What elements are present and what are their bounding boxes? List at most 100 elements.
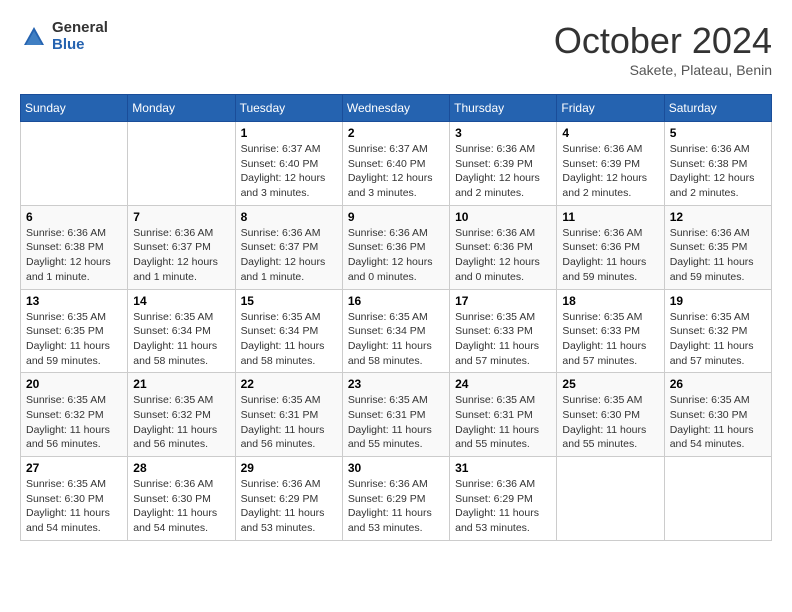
- calendar-cell: 16 Sunrise: 6:35 AM Sunset: 6:34 PM Dayli…: [342, 289, 449, 373]
- day-number: 1: [241, 126, 337, 140]
- day-number: 22: [241, 377, 337, 391]
- day-info: Sunrise: 6:35 AM Sunset: 6:31 PM Dayligh…: [348, 393, 444, 452]
- page-header: General Blue October 2024 Sakete, Platea…: [20, 20, 772, 78]
- calendar-cell: 31 Sunrise: 6:36 AM Sunset: 6:29 PM Dayli…: [450, 457, 557, 541]
- day-number: 30: [348, 461, 444, 475]
- logo: General Blue: [20, 20, 108, 53]
- logo-general-text: General: [52, 20, 108, 37]
- day-info: Sunrise: 6:35 AM Sunset: 6:31 PM Dayligh…: [241, 393, 337, 452]
- day-info: Sunrise: 6:36 AM Sunset: 6:39 PM Dayligh…: [562, 142, 658, 201]
- day-number: 16: [348, 294, 444, 308]
- day-info: Sunrise: 6:35 AM Sunset: 6:35 PM Dayligh…: [26, 310, 122, 369]
- day-number: 9: [348, 210, 444, 224]
- logo-blue-text: Blue: [52, 37, 108, 54]
- header-row: SundayMondayTuesdayWednesdayThursdayFrid…: [21, 95, 772, 122]
- logo-icon: [20, 23, 48, 51]
- calendar-cell: 18Sunrise: 6:35 AM Sunset: 6:33 PM Dayli…: [557, 289, 664, 373]
- day-number: 18: [562, 294, 658, 308]
- day-info: Sunrise: 6:36 AM Sunset: 6:36 PM Dayligh…: [562, 226, 658, 285]
- calendar-cell: 30 Sunrise: 6:36 AM Sunset: 6:29 PM Dayli…: [342, 457, 449, 541]
- month-title: October 2024: [554, 20, 772, 62]
- day-number: 29: [241, 461, 337, 475]
- location-subtitle: Sakete, Plateau, Benin: [554, 62, 772, 78]
- week-row-2: 6 Sunrise: 6:36 AM Sunset: 6:38 PM Daylig…: [21, 205, 772, 289]
- day-number: 25: [562, 377, 658, 391]
- day-info: Sunrise: 6:36 AM Sunset: 6:38 PM Dayligh…: [670, 142, 766, 201]
- day-number: 11: [562, 210, 658, 224]
- day-number: 14: [133, 294, 229, 308]
- header-cell-saturday: Saturday: [664, 95, 771, 122]
- calendar-cell: 28Sunrise: 6:36 AM Sunset: 6:30 PM Dayli…: [128, 457, 235, 541]
- day-number: 27: [26, 461, 122, 475]
- day-number: 23: [348, 377, 444, 391]
- calendar-cell: 8 Sunrise: 6:36 AM Sunset: 6:37 PM Daylig…: [235, 205, 342, 289]
- week-row-3: 13 Sunrise: 6:35 AM Sunset: 6:35 PM Dayli…: [21, 289, 772, 373]
- calendar-cell: 11 Sunrise: 6:36 AM Sunset: 6:36 PM Dayli…: [557, 205, 664, 289]
- calendar-cell: 13 Sunrise: 6:35 AM Sunset: 6:35 PM Dayli…: [21, 289, 128, 373]
- calendar-body: 1 Sunrise: 6:37 AM Sunset: 6:40 PM Daylig…: [21, 122, 772, 541]
- day-number: 5: [670, 126, 766, 140]
- calendar-cell: 5 Sunrise: 6:36 AM Sunset: 6:38 PM Daylig…: [664, 122, 771, 206]
- day-number: 8: [241, 210, 337, 224]
- calendar-cell: 9 Sunrise: 6:36 AM Sunset: 6:36 PM Daylig…: [342, 205, 449, 289]
- calendar-cell: 12 Sunrise: 6:36 AM Sunset: 6:35 PM Dayli…: [664, 205, 771, 289]
- day-info: Sunrise: 6:36 AM Sunset: 6:38 PM Dayligh…: [26, 226, 122, 285]
- day-number: 13: [26, 294, 122, 308]
- calendar-cell: [21, 122, 128, 206]
- calendar-cell: 6 Sunrise: 6:36 AM Sunset: 6:38 PM Daylig…: [21, 205, 128, 289]
- day-info: Sunrise: 6:36 AM Sunset: 6:39 PM Dayligh…: [455, 142, 551, 201]
- day-info: Sunrise: 6:36 AM Sunset: 6:29 PM Dayligh…: [348, 477, 444, 536]
- day-info: Sunrise: 6:35 AM Sunset: 6:30 PM Dayligh…: [26, 477, 122, 536]
- day-number: 7: [133, 210, 229, 224]
- day-info: Sunrise: 6:35 AM Sunset: 6:34 PM Dayligh…: [241, 310, 337, 369]
- day-number: 20: [26, 377, 122, 391]
- day-number: 10: [455, 210, 551, 224]
- calendar-cell: 15Sunrise: 6:35 AM Sunset: 6:34 PM Dayli…: [235, 289, 342, 373]
- day-info: Sunrise: 6:37 AM Sunset: 6:40 PM Dayligh…: [241, 142, 337, 201]
- day-number: 28: [133, 461, 229, 475]
- header-cell-thursday: Thursday: [450, 95, 557, 122]
- calendar-cell: 10 Sunrise: 6:36 AM Sunset: 6:36 PM Dayli…: [450, 205, 557, 289]
- day-number: 26: [670, 377, 766, 391]
- header-cell-monday: Monday: [128, 95, 235, 122]
- title-block: October 2024 Sakete, Plateau, Benin: [554, 20, 772, 78]
- calendar-cell: 23 Sunrise: 6:35 AM Sunset: 6:31 PM Dayli…: [342, 373, 449, 457]
- day-info: Sunrise: 6:36 AM Sunset: 6:29 PM Dayligh…: [241, 477, 337, 536]
- calendar-cell: 20 Sunrise: 6:35 AM Sunset: 6:32 PM Dayli…: [21, 373, 128, 457]
- day-info: Sunrise: 6:35 AM Sunset: 6:34 PM Dayligh…: [348, 310, 444, 369]
- day-info: Sunrise: 6:36 AM Sunset: 6:36 PM Dayligh…: [455, 226, 551, 285]
- day-info: Sunrise: 6:36 AM Sunset: 6:35 PM Dayligh…: [670, 226, 766, 285]
- week-row-4: 20 Sunrise: 6:35 AM Sunset: 6:32 PM Dayli…: [21, 373, 772, 457]
- day-info: Sunrise: 6:35 AM Sunset: 6:30 PM Dayligh…: [562, 393, 658, 452]
- calendar-cell: 22 Sunrise: 6:35 AM Sunset: 6:31 PM Dayli…: [235, 373, 342, 457]
- calendar-cell: 1 Sunrise: 6:37 AM Sunset: 6:40 PM Daylig…: [235, 122, 342, 206]
- day-info: Sunrise: 6:35 AM Sunset: 6:32 PM Dayligh…: [26, 393, 122, 452]
- day-number: 21: [133, 377, 229, 391]
- calendar-cell: 26Sunrise: 6:35 AM Sunset: 6:30 PM Dayli…: [664, 373, 771, 457]
- day-number: 12: [670, 210, 766, 224]
- header-cell-wednesday: Wednesday: [342, 95, 449, 122]
- day-info: Sunrise: 6:36 AM Sunset: 6:29 PM Dayligh…: [455, 477, 551, 536]
- calendar-cell: 14Sunrise: 6:35 AM Sunset: 6:34 PM Dayli…: [128, 289, 235, 373]
- week-row-1: 1 Sunrise: 6:37 AM Sunset: 6:40 PM Daylig…: [21, 122, 772, 206]
- day-info: Sunrise: 6:36 AM Sunset: 6:37 PM Dayligh…: [133, 226, 229, 285]
- logo-text: General Blue: [52, 20, 108, 53]
- day-info: Sunrise: 6:35 AM Sunset: 6:32 PM Dayligh…: [133, 393, 229, 452]
- day-info: Sunrise: 6:36 AM Sunset: 6:36 PM Dayligh…: [348, 226, 444, 285]
- calendar-cell: [664, 457, 771, 541]
- day-info: Sunrise: 6:36 AM Sunset: 6:37 PM Dayligh…: [241, 226, 337, 285]
- calendar-cell: 29 Sunrise: 6:36 AM Sunset: 6:29 PM Dayli…: [235, 457, 342, 541]
- day-info: Sunrise: 6:37 AM Sunset: 6:40 PM Dayligh…: [348, 142, 444, 201]
- day-number: 3: [455, 126, 551, 140]
- day-number: 31: [455, 461, 551, 475]
- day-number: 17: [455, 294, 551, 308]
- calendar-table: SundayMondayTuesdayWednesdayThursdayFrid…: [20, 94, 772, 541]
- header-cell-tuesday: Tuesday: [235, 95, 342, 122]
- week-row-5: 27 Sunrise: 6:35 AM Sunset: 6:30 PM Dayli…: [21, 457, 772, 541]
- calendar-header: SundayMondayTuesdayWednesdayThursdayFrid…: [21, 95, 772, 122]
- calendar-cell: 2Sunrise: 6:37 AM Sunset: 6:40 PM Daylig…: [342, 122, 449, 206]
- day-number: 6: [26, 210, 122, 224]
- calendar-cell: 27 Sunrise: 6:35 AM Sunset: 6:30 PM Dayli…: [21, 457, 128, 541]
- calendar-cell: 3 Sunrise: 6:36 AM Sunset: 6:39 PM Daylig…: [450, 122, 557, 206]
- calendar-cell: 19Sunrise: 6:35 AM Sunset: 6:32 PM Dayli…: [664, 289, 771, 373]
